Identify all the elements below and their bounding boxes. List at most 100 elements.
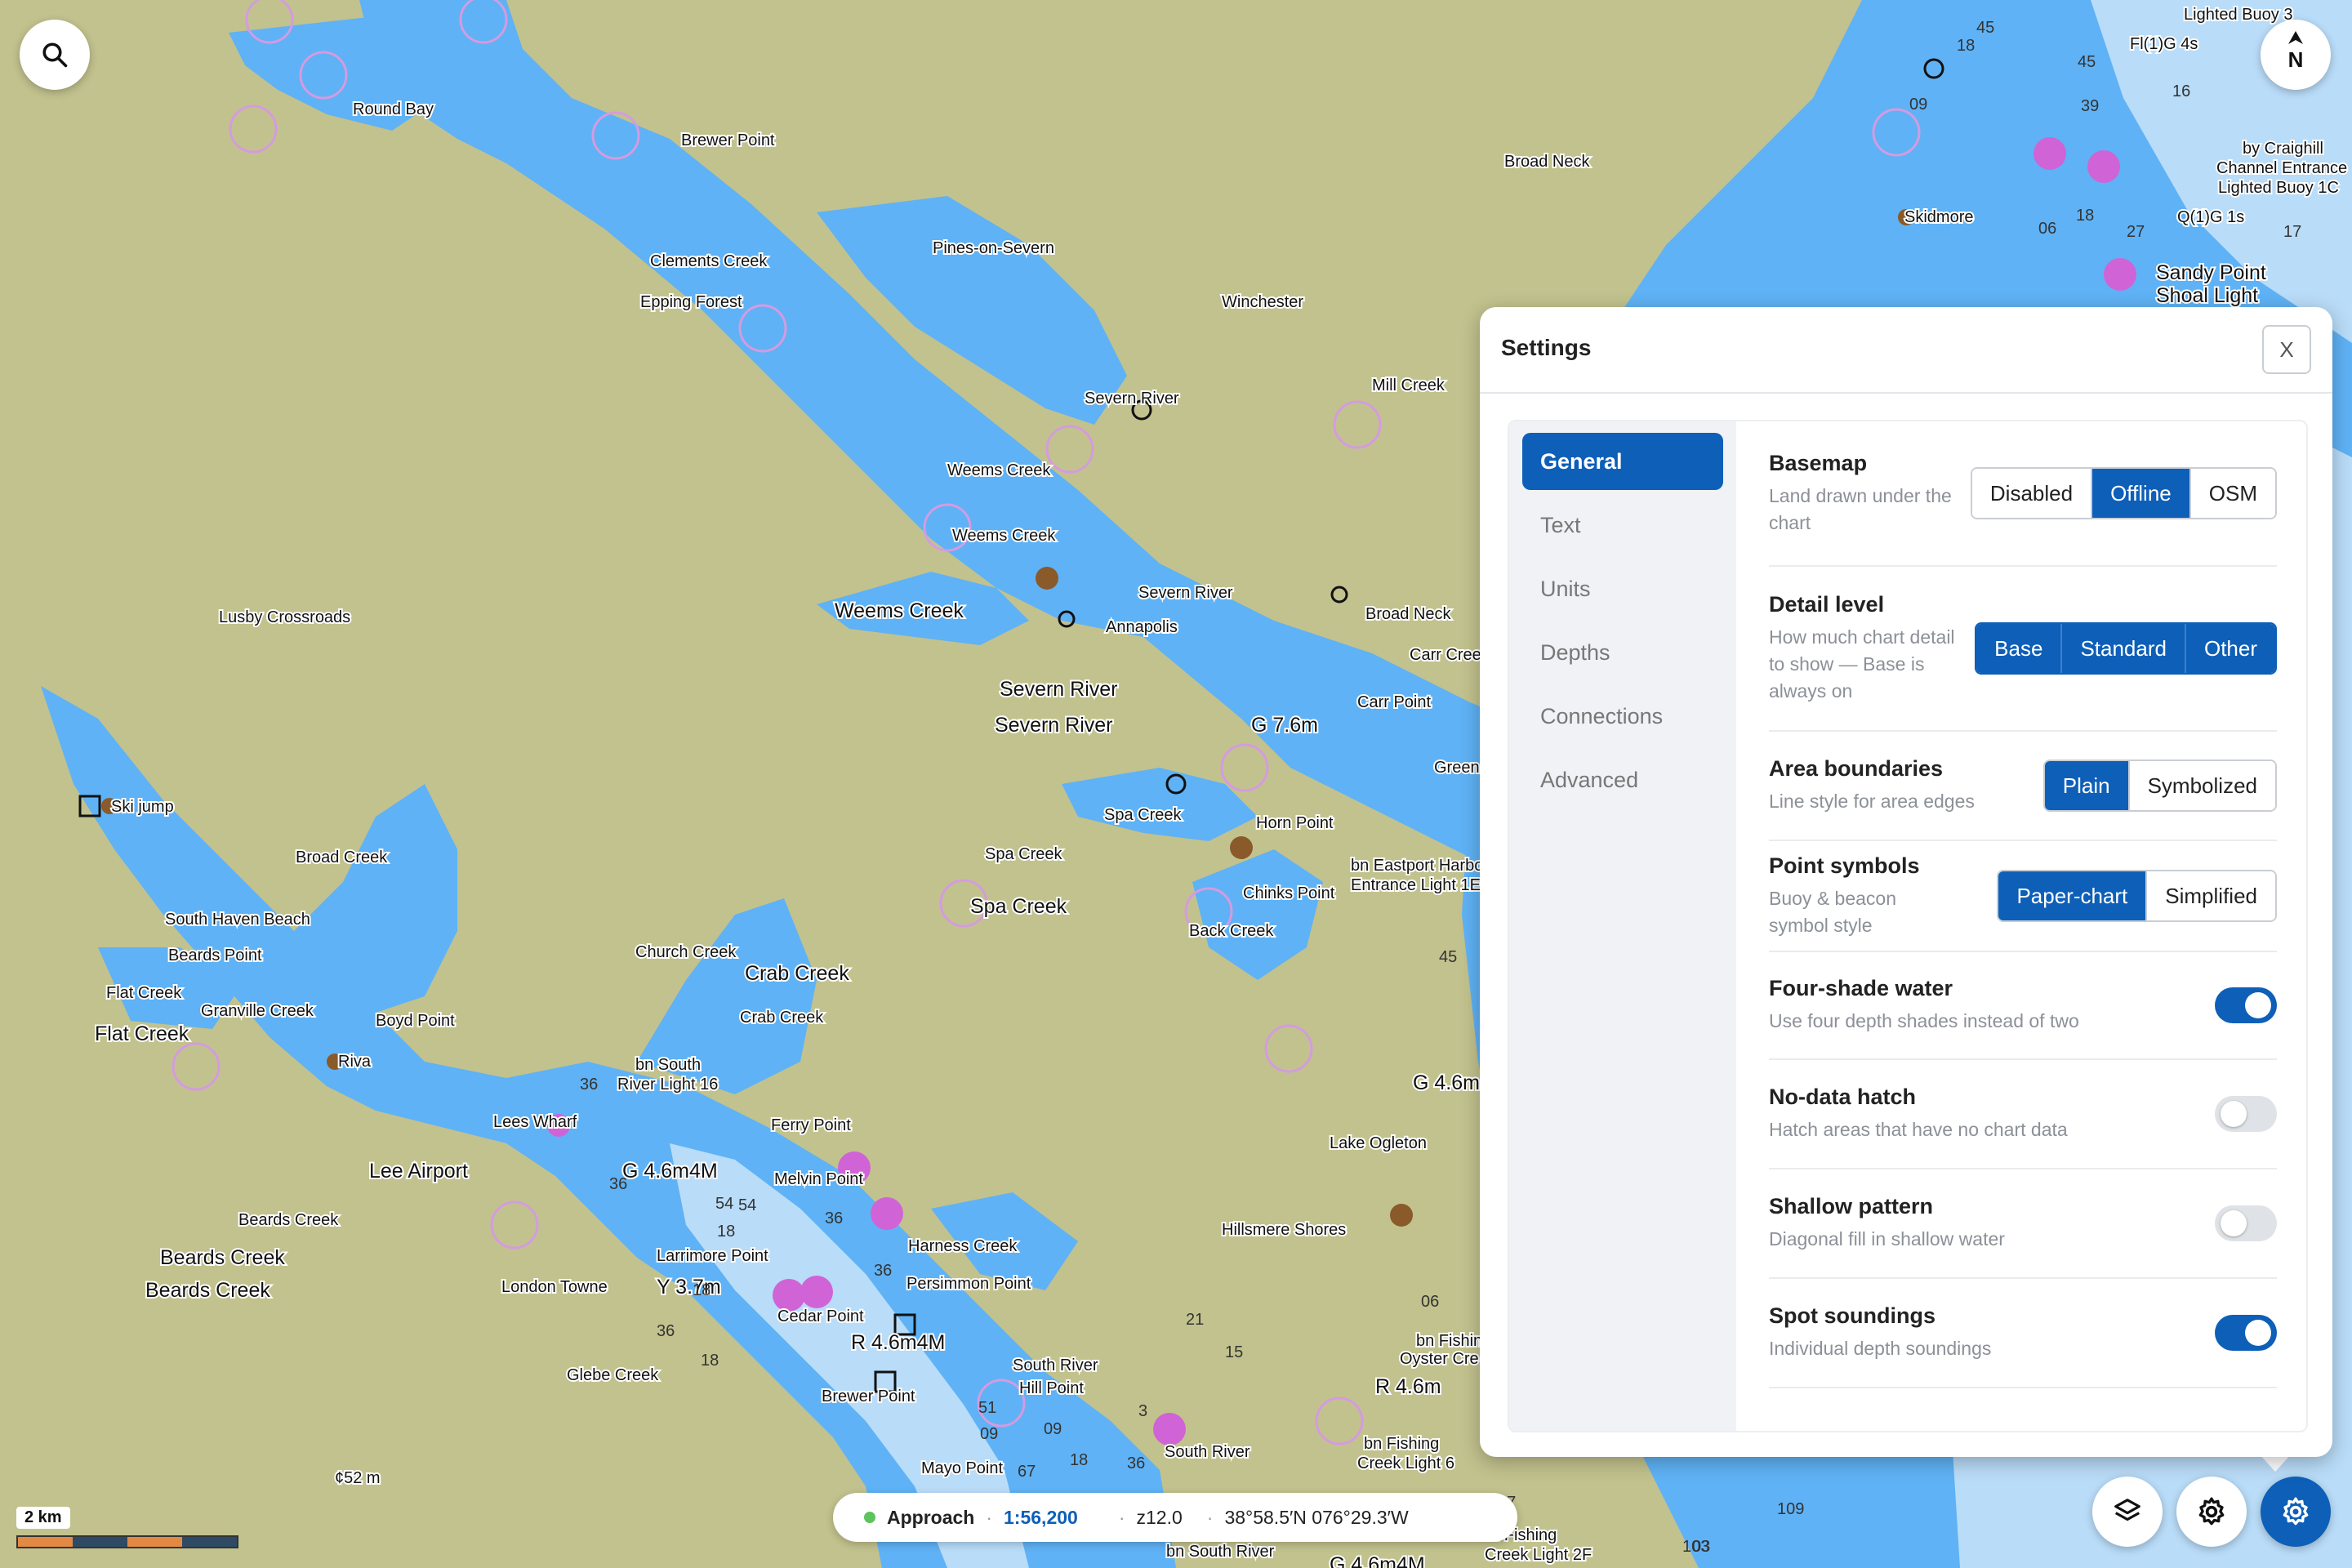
basemap-selector: Disabled Offline OSM <box>1970 467 2277 519</box>
basemap-option-offline[interactable]: Offline <box>2091 469 2189 518</box>
map-label: Ski jump <box>111 798 174 816</box>
gear-button[interactable] <box>2176 1477 2247 1547</box>
map-label: Spa Creek <box>970 895 1067 918</box>
north-up-button[interactable]: N <box>2261 20 2331 90</box>
tab-connections[interactable]: Connections <box>1522 688 1723 745</box>
map-label: Pines-on-Severn <box>933 239 1054 257</box>
settings-nav: General Text Units Depths Connections Ad… <box>1509 421 1736 1431</box>
setting-basemap: Basemap Land drawn under the chart Disab… <box>1769 421 2277 567</box>
detail-level-selector: Base Standard Other <box>1975 622 2277 675</box>
map-label: R 4.6m <box>1375 1375 1441 1398</box>
settings-content: Basemap Land drawn under the chart Disab… <box>1736 421 2306 1431</box>
setting-text: Area boundaries Line style for area edge… <box>1769 756 1975 815</box>
depth-sounding: 103 <box>1682 1538 1709 1556</box>
depth-sounding: 36 <box>874 1262 892 1280</box>
depth-sounding: 18 <box>2076 207 2094 225</box>
zoom-level: z12.0 <box>1136 1506 1183 1528</box>
depth-sounding: 15 <box>1225 1343 1243 1361</box>
depth-sounding: 06 <box>1421 1293 1439 1311</box>
tab-advanced[interactable]: Advanced <box>1522 751 1723 808</box>
depth-sounding: 45 <box>2078 53 2096 71</box>
setting-four-shade-water: Four-shade water Use four depth shades i… <box>1769 952 2277 1060</box>
chart-mode: Approach <box>887 1506 975 1528</box>
depth-sounding: 51 <box>978 1399 996 1417</box>
boundaries-option-plain[interactable]: Plain <box>2044 761 2128 810</box>
tab-units[interactable]: Units <box>1522 560 1723 617</box>
detail-option-standard[interactable]: Standard <box>2060 624 2185 673</box>
map-label: Y 3.7m <box>657 1276 721 1298</box>
map-label: Severn River <box>995 714 1113 737</box>
setting-title: No-data hatch <box>1769 1085 1917 1109</box>
toggle-knob <box>2221 1101 2247 1127</box>
scale-bar <box>16 1535 238 1548</box>
depth-sounding: 16 <box>2172 82 2190 100</box>
map-label: bn South River <box>1166 1543 1275 1561</box>
scale-segment <box>127 1537 182 1547</box>
boundaries-option-symbolized[interactable]: Symbolized <box>2127 761 2275 810</box>
map-label: Sandy Point <box>2156 261 2266 284</box>
tab-general[interactable]: General <box>1522 433 1723 490</box>
map-label: Hillsmere Shores <box>1222 1221 1346 1239</box>
map-label: Chinks Point <box>1243 884 1335 902</box>
depth-sounding: 18 <box>701 1352 719 1370</box>
map-label: Weems Creek <box>835 599 964 622</box>
status-dot <box>864 1512 875 1523</box>
depth-sounding: 39 <box>2081 97 2099 115</box>
settings-button[interactable] <box>2261 1477 2331 1547</box>
map-label: Green <box>1434 759 1480 777</box>
map-label: Broad Neck <box>1365 605 1451 623</box>
detail-option-base[interactable]: Base <box>1976 624 2061 673</box>
toggle-knob <box>2245 1320 2271 1346</box>
map-label: Weems Creek <box>947 461 1051 479</box>
map-label: Skidmore <box>1904 208 1973 226</box>
map-label: Q(1)G 1s <box>2177 208 2244 226</box>
symbols-option-simplified[interactable]: Simplified <box>2145 871 2275 920</box>
setting-description: Hatch areas that have no chart data <box>1769 1119 2068 1140</box>
status-separator: · <box>1118 1506 1125 1528</box>
tab-depths[interactable]: Depths <box>1522 624 1723 681</box>
map-label: Back Creek <box>1189 922 1274 940</box>
map-label: G 4.6m4M <box>1330 1553 1425 1568</box>
map-label: G 7.6m <box>1251 714 1318 737</box>
settings-title: Settings <box>1501 335 1592 360</box>
map-label: Broad Neck <box>1504 153 1590 171</box>
setting-text: Spot soundings Individual depth sounding… <box>1769 1303 1991 1362</box>
layers-button[interactable] <box>2092 1477 2163 1547</box>
scale-indicator: 2 km <box>16 1507 238 1548</box>
map-label: bn Eastport Harbor <box>1351 857 1489 875</box>
setting-text: No-data hatch Hatch areas that have no c… <box>1769 1085 2068 1143</box>
setting-description: Individual depth soundings <box>1769 1338 1992 1359</box>
symbols-option-paper-chart[interactable]: Paper-chart <box>1998 871 2146 920</box>
map-label: Ferry Point <box>771 1116 851 1134</box>
depth-sounding: 54 <box>738 1196 756 1214</box>
depth-sounding: 18 <box>1957 37 1975 55</box>
map-label: Creek Light 2F <box>1485 1546 1592 1564</box>
setting-text: Detail level How much chart detail to sh… <box>1769 592 1957 705</box>
search-button[interactable] <box>20 20 90 90</box>
toggle-knob <box>2221 1210 2247 1236</box>
setting-title: Area boundaries <box>1769 756 1944 781</box>
map-label: Winchester <box>1222 293 1303 311</box>
basemap-option-disabled[interactable]: Disabled <box>1971 469 2091 518</box>
tab-text[interactable]: Text <box>1522 497 1723 554</box>
scale-segment <box>182 1537 237 1547</box>
map-label: South Haven Beach <box>165 911 310 929</box>
map-label: Lighted Buoy 3 <box>2184 6 2292 24</box>
no-data-hatch-toggle[interactable] <box>2215 1096 2277 1132</box>
map-label: Broad Creek <box>296 849 388 866</box>
depth-sounding: 67 <box>1018 1463 1036 1481</box>
map-label: Lake Ogleton <box>1330 1134 1427 1152</box>
setting-text: Shallow pattern Diagonal fill in shallow… <box>1769 1194 2005 1253</box>
north-arrow-icon <box>2288 31 2303 44</box>
depth-sounding: 06 <box>2038 220 2056 238</box>
basemap-option-osm[interactable]: OSM <box>2189 469 2275 518</box>
shallow-pattern-toggle[interactable] <box>2215 1205 2277 1241</box>
detail-option-other[interactable]: Other <box>2184 624 2275 673</box>
four-shade-water-toggle[interactable] <box>2215 987 2277 1023</box>
map-label: Church Creek <box>635 943 737 961</box>
setting-description: Diagonal fill in shallow water <box>1769 1228 2005 1250</box>
layers-icon <box>2114 1499 2140 1521</box>
map-label: London Towne <box>501 1278 608 1296</box>
close-button[interactable]: X <box>2262 325 2311 374</box>
spot-soundings-toggle[interactable] <box>2215 1315 2277 1351</box>
